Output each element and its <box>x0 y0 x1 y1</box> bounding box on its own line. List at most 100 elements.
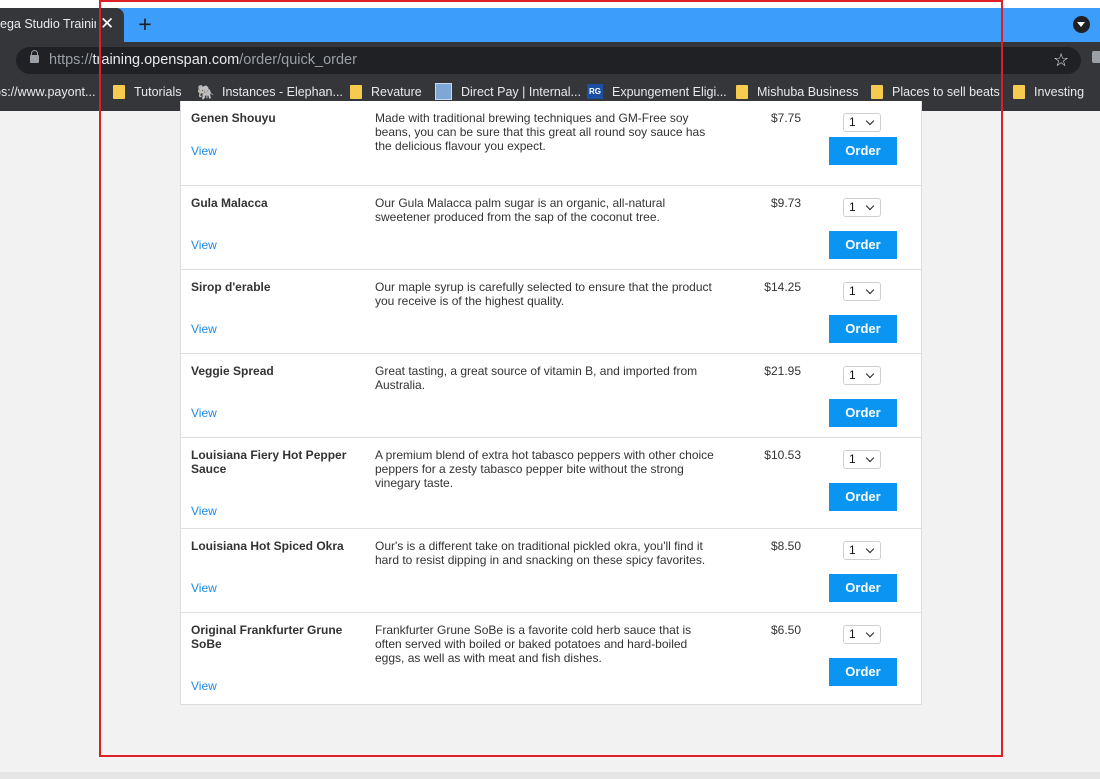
bookmark-tutorials[interactable]: Tutorials <box>113 78 181 111</box>
order-button[interactable]: Order <box>829 658 897 686</box>
bookmark-label: Revature <box>371 85 422 99</box>
url-host: training.openspan.com <box>92 52 240 68</box>
view-link[interactable]: View <box>191 581 217 595</box>
order-button[interactable]: Order <box>829 315 897 343</box>
product-row: Louisiana Fiery Hot Pepper Sauce View A … <box>181 438 921 529</box>
product-description: Frankfurter Grune SoBe is a favorite col… <box>375 623 692 665</box>
product-description: Our's is a different take on traditional… <box>375 539 706 567</box>
address-bar[interactable]: https://training.openspan.com/order/quic… <box>16 47 1081 74</box>
tab-title: ega Studio Trainin <box>0 17 96 31</box>
product-price: $21.95 <box>764 364 801 378</box>
chevron-down-icon <box>865 453 875 463</box>
folder-icon <box>113 84 125 99</box>
quantity-select[interactable]: 1 <box>843 366 881 385</box>
order-button[interactable]: Order <box>829 574 897 602</box>
chevron-down-icon <box>865 201 875 211</box>
folder-icon <box>871 84 883 99</box>
bookmark-label: Expungement Eligi... <box>612 85 727 99</box>
bottom-scroll-strip <box>0 772 1100 779</box>
product-description: Made with traditional brewing techniques… <box>375 111 706 153</box>
order-button[interactable]: Order <box>829 483 897 511</box>
product-price: $14.25 <box>764 280 801 294</box>
product-description: A premium blend of extra hot tabasco pep… <box>375 448 714 490</box>
new-tab-icon[interactable]: + <box>135 12 155 36</box>
quantity-value: 1 <box>849 368 856 382</box>
quantity-value: 1 <box>849 627 856 641</box>
product-table: Genen Shouyu View Made with traditional … <box>180 101 922 705</box>
product-row: Gula Malacca View Our Gula Malacca palm … <box>181 186 921 270</box>
url-text[interactable]: https://training.openspan.com/order/quic… <box>49 52 357 68</box>
product-name: Sirop d'erable <box>191 280 271 294</box>
product-price: $8.50 <box>770 539 801 553</box>
product-name: Genen Shouyu <box>191 111 276 125</box>
bookmark-payont[interactable]: ps://www.payont... <box>0 78 95 111</box>
view-link[interactable]: View <box>191 238 217 252</box>
product-price: $9.73 <box>770 196 801 210</box>
product-price: $10.53 <box>764 448 801 462</box>
view-link[interactable]: View <box>191 679 217 693</box>
quantity-value: 1 <box>849 284 856 298</box>
quantity-value: 1 <box>849 543 856 557</box>
bookmark-label: Mishuba Business <box>757 85 859 99</box>
product-name: Louisiana Hot Spiced Okra <box>191 539 344 553</box>
url-path: /order/quick_order <box>239 52 357 68</box>
product-name: Gula Malacca <box>191 196 268 210</box>
bookmark-star-icon[interactable]: ☆ <box>1053 50 1069 71</box>
quantity-select[interactable]: 1 <box>843 450 881 469</box>
product-description: Our maple syrup is carefully selected to… <box>375 280 712 308</box>
chevron-down-icon <box>865 369 875 379</box>
tab-strip <box>0 8 1100 42</box>
product-name: Louisiana Fiery Hot Pepper Sauce <box>191 448 347 476</box>
browser-tab-bar: ega Studio Trainin ✕ + <box>0 0 1100 42</box>
tab-search-icon[interactable] <box>1073 16 1090 33</box>
product-name: Original Frankfurter Grune SoBe <box>191 623 343 651</box>
view-link[interactable]: View <box>191 144 217 158</box>
active-tab[interactable]: ega Studio Trainin ✕ <box>0 8 124 42</box>
quantity-select[interactable]: 1 <box>843 113 881 132</box>
product-description: Great tasting, a great source of vitamin… <box>375 364 698 392</box>
quantity-select[interactable]: 1 <box>843 541 881 560</box>
bookmark-label: Investing <box>1034 85 1085 99</box>
browser-toolbar: ‹ https://training.openspan.com/order/qu… <box>0 42 1100 78</box>
order-button[interactable]: Order <box>829 137 897 165</box>
bookmark-label: Places to sell beats <box>892 85 1000 99</box>
bookmark-label: Instances - Elephan... <box>222 85 343 99</box>
quantity-value: 1 <box>849 200 856 214</box>
bookmark-investing[interactable]: Investing <box>1013 78 1084 111</box>
chevron-down-icon <box>865 544 875 554</box>
bookmark-label: Direct Pay | Internal... <box>461 85 581 99</box>
quantity-value: 1 <box>849 115 856 129</box>
order-button[interactable]: Order <box>829 399 897 427</box>
quantity-select[interactable]: 1 <box>843 282 881 301</box>
folder-icon <box>736 84 748 99</box>
bookmark-label: Tutorials <box>134 85 182 99</box>
bookmark-label: ps://www.payont... <box>0 85 96 99</box>
product-description: Our Gula Malacca palm sugar is an organi… <box>375 196 666 224</box>
rg-icon: RG <box>587 84 603 100</box>
lock-icon <box>30 50 39 63</box>
tab-close-icon[interactable]: ✕ <box>100 14 114 34</box>
chevron-down-icon <box>865 628 875 638</box>
view-link[interactable]: View <box>191 504 217 518</box>
product-row: Sirop d'erable View Our maple syrup is c… <box>181 270 921 354</box>
quantity-select[interactable]: 1 <box>843 198 881 217</box>
quantity-value: 1 <box>849 452 856 466</box>
extension-icon[interactable] <box>1092 51 1100 63</box>
chevron-down-icon <box>865 116 875 126</box>
product-name: Veggie Spread <box>191 364 274 378</box>
direct-pay-icon <box>435 83 452 101</box>
page-content: Genen Shouyu View Made with traditional … <box>0 101 1100 775</box>
url-prefix: https:// <box>49 52 93 68</box>
quantity-select[interactable]: 1 <box>843 625 881 644</box>
product-price: $6.50 <box>770 623 801 637</box>
product-row: Louisiana Hot Spiced Okra View Our's is … <box>181 529 921 613</box>
view-link[interactable]: View <box>191 322 217 336</box>
folder-icon <box>1013 84 1025 99</box>
order-button[interactable]: Order <box>829 231 897 259</box>
product-row: Original Frankfurter Grune SoBe View Fra… <box>181 613 921 704</box>
view-link[interactable]: View <box>191 406 217 420</box>
product-price: $7.75 <box>770 111 801 125</box>
chevron-down-icon <box>865 285 875 295</box>
product-row: Veggie Spread View Great tasting, a grea… <box>181 354 921 438</box>
product-row: Genen Shouyu View Made with traditional … <box>181 101 921 186</box>
